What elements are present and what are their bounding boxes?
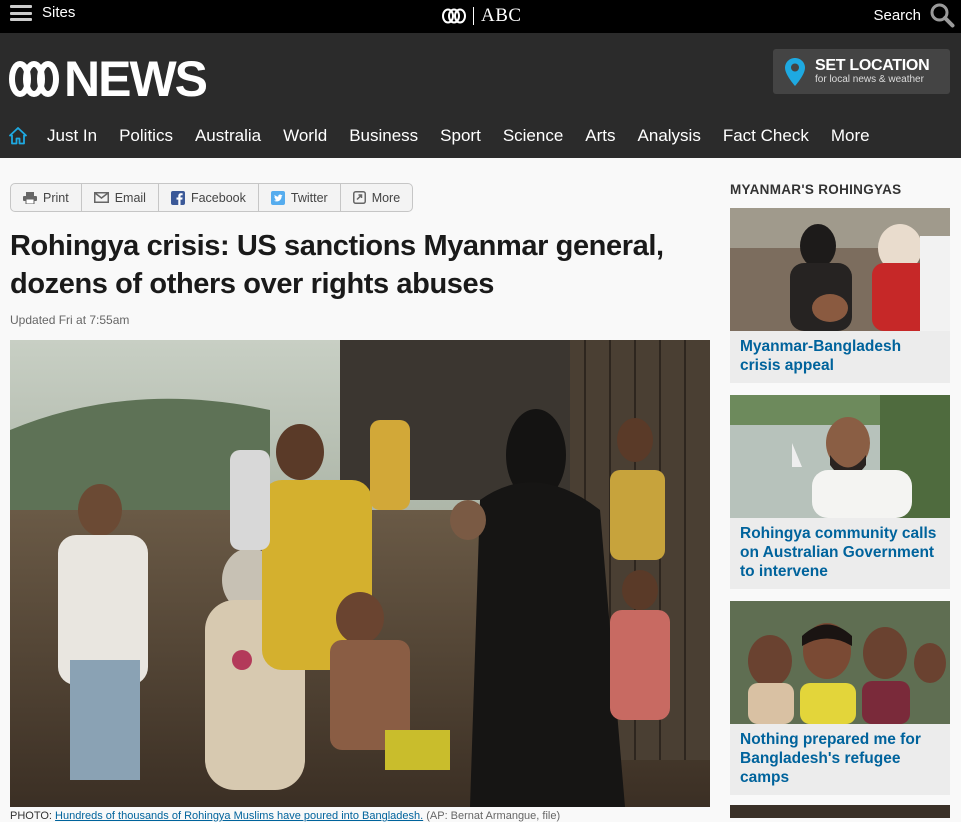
nav-arts[interactable]: Arts — [574, 121, 626, 151]
abc-wordmark: ABC — [481, 5, 522, 26]
envelope-icon — [93, 192, 109, 203]
twitter-button[interactable]: Twitter — [259, 184, 341, 211]
related-story-card-partial[interactable] — [730, 805, 950, 818]
nav-politics[interactable]: Politics — [108, 121, 184, 151]
hero-photo[interactable] — [10, 340, 710, 807]
facebook-icon — [170, 190, 185, 205]
print-label: Print — [43, 190, 69, 205]
refugees-photo — [10, 340, 710, 807]
abc-lissajous-icon — [9, 61, 59, 97]
logo-divider — [473, 7, 474, 25]
related-story-card[interactable]: Rohingya community calls on Australian G… — [730, 395, 950, 589]
search-button[interactable]: Search — [873, 2, 955, 28]
more-share-label: More — [371, 190, 401, 205]
set-location-title: SET LOCATION — [815, 57, 930, 74]
story-thumbnail — [730, 601, 950, 724]
abc-news-logo[interactable]: NEWS — [8, 51, 208, 107]
story-thumbnail — [730, 395, 950, 518]
site-header: NEWS SET LOCATION for local news & weath… — [0, 33, 961, 158]
sites-menu-button[interactable]: Sites — [10, 5, 75, 21]
article-headline: Rohingya crisis: US sanctions Myanmar ge… — [10, 230, 664, 300]
search-label: Search — [873, 6, 921, 24]
share-toolbar: Print Email Facebook Twitter More — [10, 183, 414, 212]
updated-timestamp: Updated Fri at 7:55am — [10, 313, 130, 327]
caption-label: PHOTO: — [10, 810, 52, 822]
share-more-icon — [352, 191, 366, 204]
sidebar-heading: MYANMAR'S ROHINGYAS — [730, 182, 902, 197]
story-thumbnail — [730, 208, 950, 331]
nav-just-in[interactable]: Just In — [36, 121, 108, 151]
nav-fact-check[interactable]: Fact Check — [712, 121, 820, 151]
caption-link[interactable]: Hundreds of thousands of Rohingya Muslim… — [55, 810, 423, 822]
news-wordmark: NEWS — [64, 51, 208, 107]
story-title: Nothing prepared me for Bangladesh's ref… — [740, 731, 921, 786]
nav-analysis[interactable]: Analysis — [627, 121, 712, 151]
nav-australia[interactable]: Australia — [184, 121, 272, 151]
set-location-button[interactable]: SET LOCATION for local news & weather — [773, 49, 950, 94]
search-icon — [930, 3, 955, 28]
set-location-text: SET LOCATION for local news & weather — [815, 57, 930, 86]
more-share-button[interactable]: More — [341, 184, 412, 211]
sites-label: Sites — [42, 4, 76, 21]
hamburger-icon — [10, 5, 32, 21]
top-bar: Sites ABC Search — [0, 0, 961, 33]
caption-credit: (AP: Bernat Armangue, file) — [426, 810, 561, 822]
story-title: Myanmar-Bangladesh crisis appeal — [740, 338, 902, 374]
print-button[interactable]: Print — [11, 184, 82, 211]
photo-caption: PHOTO: Hundreds of thousands of Rohingya… — [10, 810, 560, 822]
related-story-card[interactable]: Nothing prepared me for Bangladesh's ref… — [730, 601, 950, 795]
set-location-subtitle: for local news & weather — [815, 74, 924, 85]
twitter-icon — [270, 190, 285, 205]
abc-logo[interactable]: ABC — [441, 5, 522, 27]
facebook-button[interactable]: Facebook — [159, 184, 259, 211]
nav-science[interactable]: Science — [492, 121, 574, 151]
twitter-label: Twitter — [290, 190, 328, 205]
nav-business[interactable]: Business — [338, 121, 429, 151]
email-label: Email — [114, 190, 146, 205]
main-nav: Just In Politics Australia World Busines… — [0, 121, 881, 151]
printer-icon — [23, 191, 37, 204]
facebook-label: Facebook — [190, 190, 246, 205]
nav-world[interactable]: World — [272, 121, 338, 151]
nav-sport[interactable]: Sport — [429, 121, 492, 151]
related-story-card[interactable]: Myanmar-Bangladesh crisis appeal — [730, 208, 950, 383]
story-title: Rohingya community calls on Australian G… — [740, 525, 937, 580]
email-button[interactable]: Email — [82, 184, 159, 211]
nav-home[interactable] — [0, 121, 36, 151]
abc-lissajous-icon — [442, 8, 466, 24]
home-icon — [9, 127, 27, 145]
location-pin-icon — [785, 57, 805, 86]
nav-more[interactable]: More — [820, 121, 881, 151]
